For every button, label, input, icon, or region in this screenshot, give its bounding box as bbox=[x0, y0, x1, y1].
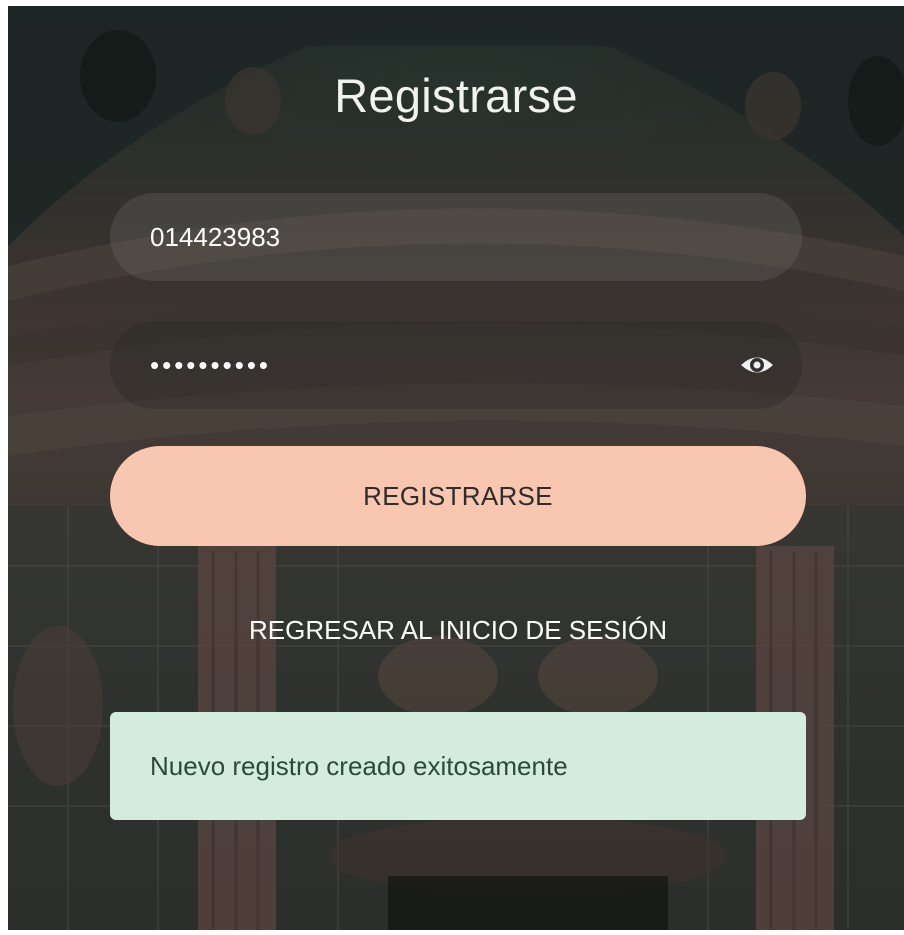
success-alert: Nuevo registro creado exitosamente bbox=[110, 712, 806, 820]
login-screen: Registrarse REGISTRARSE REGRESAR AL INIC… bbox=[8, 6, 904, 930]
back-to-login-link[interactable]: REGRESAR AL INICIO DE SESIÓN bbox=[110, 604, 806, 656]
password-input[interactable] bbox=[150, 321, 730, 409]
user-field-container bbox=[110, 193, 802, 281]
user-id-input[interactable] bbox=[150, 193, 730, 281]
register-button[interactable]: REGISTRARSE bbox=[110, 446, 806, 546]
password-field-container bbox=[110, 321, 802, 409]
page-title: Registrarse bbox=[334, 69, 578, 122]
eye-icon[interactable] bbox=[740, 352, 774, 378]
success-alert-message: Nuevo registro creado exitosamente bbox=[150, 751, 568, 781]
